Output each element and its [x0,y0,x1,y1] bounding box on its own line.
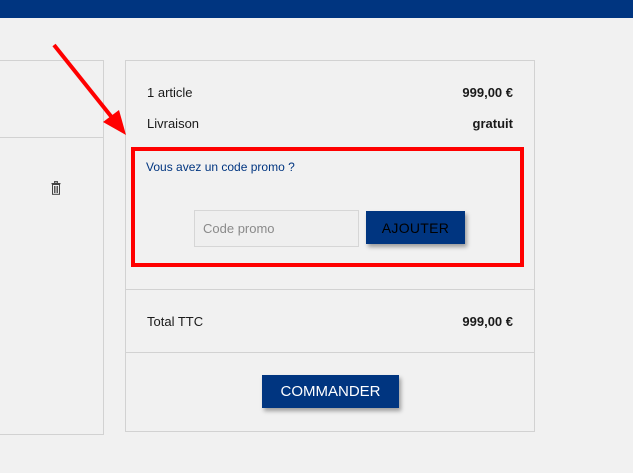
items-value: 999,00 € [462,85,513,100]
top-header-bar [0,0,633,18]
shipping-row: Livraison gratuit [147,116,513,131]
cart-divider [0,137,103,138]
promo-code-link[interactable]: Vous avez un code promo ? [146,160,295,174]
promo-code-input[interactable] [194,210,359,247]
total-label: Total TTC [147,314,204,329]
items-row: 1 article 999,00 € [147,85,513,100]
order-summary-panel: 1 article 999,00 € Livraison gratuit Vou… [125,60,535,432]
add-promo-button[interactable]: AJOUTER [366,211,465,244]
shipping-label: Livraison [147,116,200,131]
total-value: 999,00 € [462,314,513,329]
order-button[interactable]: COMMANDER [262,375,399,408]
cart-items-panel [0,60,104,435]
summary-divider-1 [126,289,534,290]
promo-code-highlight-box: Vous avez un code promo ? AJOUTER [131,147,524,267]
total-row: Total TTC 999,00 € [147,314,513,329]
summary-divider-2 [126,352,534,353]
items-label: 1 article [147,85,193,100]
trash-icon[interactable] [51,181,61,195]
shipping-value: gratuit [472,116,513,131]
